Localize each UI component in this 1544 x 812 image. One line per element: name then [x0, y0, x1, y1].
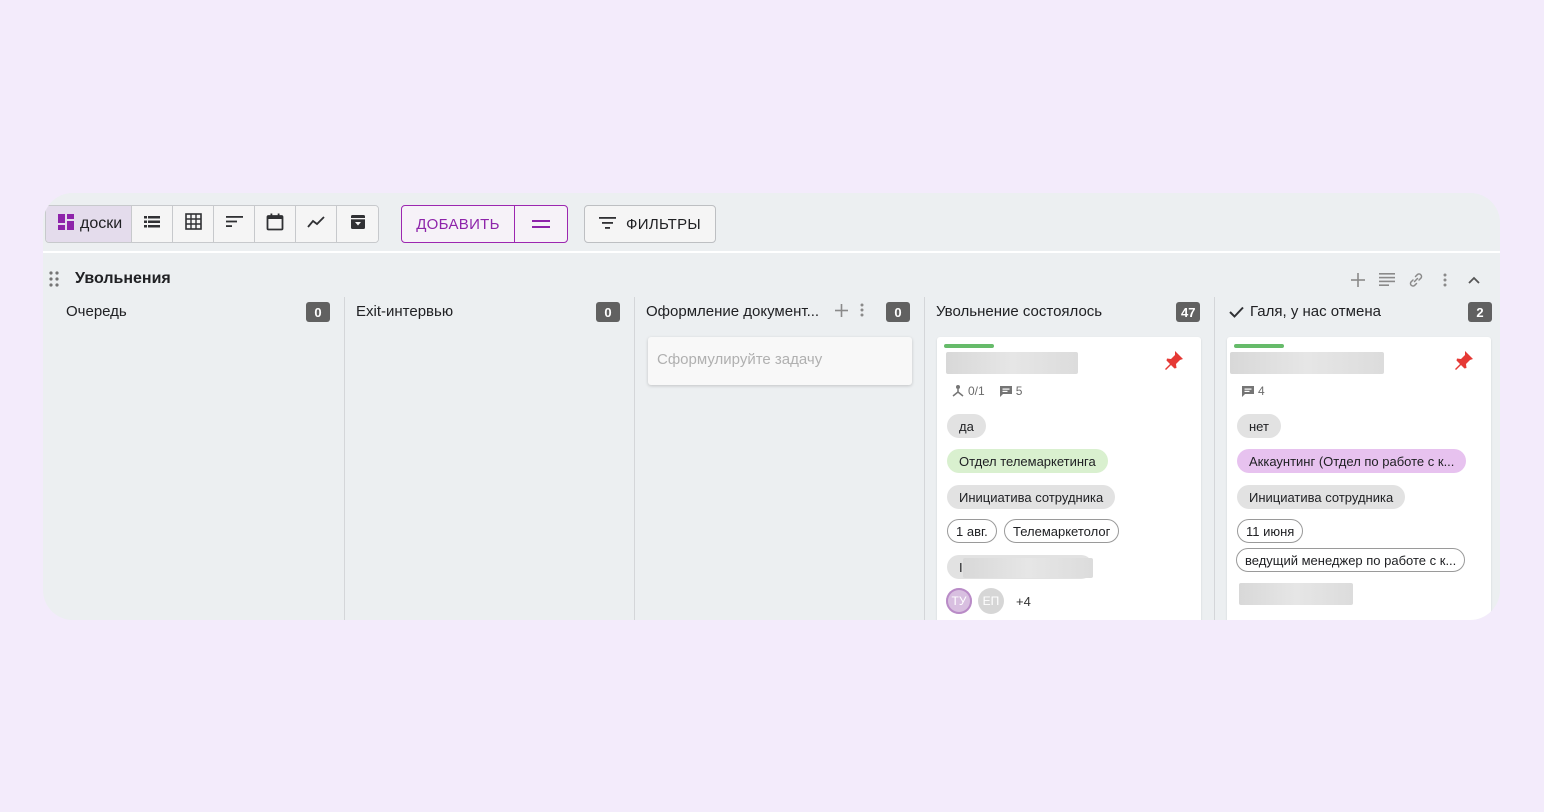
filter-icon	[599, 216, 617, 233]
card-meta: 4	[1241, 384, 1265, 398]
comments-counter: 5	[999, 384, 1023, 398]
column-header: Галя, у нас отмена 2	[1215, 297, 1500, 327]
pin-icon[interactable]	[1163, 349, 1185, 376]
kanban-frame: доски ДОБАВИТЬ ФИЛЬТРЫ Увольнения Очеред…	[43, 193, 1500, 620]
column-title: Оформление документ...	[646, 303, 820, 320]
redacted-field	[963, 558, 1093, 578]
view-boards-label: доски	[80, 215, 123, 232]
column-header: Exit-интервью 0	[345, 297, 634, 327]
column-actions	[835, 303, 864, 322]
progress-bar	[1234, 344, 1284, 348]
chip-department: Отдел телемаркетинга	[947, 449, 1108, 473]
board-header: Увольнения	[43, 265, 1500, 295]
subtasks-value: 0/1	[968, 384, 985, 398]
column-documents: Оформление документ... 0 Сформулируйте з…	[635, 297, 925, 620]
chip-date: 11 июня	[1237, 519, 1304, 543]
chip-position: Телемаркетолог	[1004, 519, 1120, 543]
task-card[interactable]: 4 нет Аккаунтинг (Отдел по работе с к...…	[1227, 337, 1491, 620]
chip-reason: Инициатива сотрудника	[947, 485, 1116, 509]
chip-answer: нет	[1237, 414, 1281, 438]
column-header: Оформление документ... 0	[635, 297, 924, 327]
chip-position: ведущий менеджер по работе с к...	[1236, 548, 1466, 572]
card-meta: 0/1 5	[951, 384, 1022, 398]
column-header: Увольнение состоялось 47	[925, 297, 1214, 327]
redacted-title	[946, 352, 1078, 374]
redacted-field	[1239, 583, 1353, 605]
add-task-icon[interactable]	[835, 303, 848, 322]
chip-department: Аккаунтинг (Отдел по работе с к...	[1237, 449, 1467, 473]
chip-answer: да	[947, 414, 986, 438]
column-dismissed: Увольнение состоялось 47 0/1 5 да Отдел …	[925, 297, 1215, 620]
column-title: Увольнение состоялось	[936, 303, 1103, 320]
column-cancelled: Галя, у нас отмена 2 4 нет Аккаунтинг (О…	[1215, 297, 1500, 620]
board-title: Увольнения	[75, 270, 171, 287]
view-switcher: доски	[45, 205, 380, 243]
column-count-badge: 47	[1176, 302, 1201, 322]
filters-label: ФИЛЬТРЫ	[626, 215, 701, 233]
column-title: Exit-интервью	[356, 303, 454, 320]
view-sort-button[interactable]	[214, 206, 256, 242]
progress-bar	[944, 344, 994, 348]
column-exit-interview: Exit-интервью 0	[345, 297, 635, 620]
comment-icon	[1242, 385, 1254, 397]
assignees: ТУ ЕП +4	[946, 588, 1031, 614]
add-column-icon[interactable]	[1349, 271, 1366, 288]
subtasks-counter: 0/1	[951, 384, 985, 398]
chip-reason: Инициатива сотрудника	[1237, 485, 1406, 509]
description-icon[interactable]	[1378, 271, 1395, 288]
filters-button[interactable]: ФИЛЬТРЫ	[584, 205, 716, 243]
comment-icon	[999, 385, 1012, 397]
chip-date: 1 авг.	[947, 519, 997, 543]
column-count-badge: 0	[886, 302, 910, 322]
link-icon[interactable]	[1407, 271, 1424, 288]
column-title: Очередь	[66, 303, 127, 320]
add-menu-button[interactable]	[515, 206, 567, 242]
column-count-badge: 0	[306, 302, 330, 322]
toolbar: доски ДОБАВИТЬ ФИЛЬТРЫ	[43, 193, 1500, 253]
view-chart-button[interactable]	[296, 206, 338, 242]
comments-value: 5	[1015, 384, 1023, 398]
drag-handle-icon[interactable]	[49, 271, 59, 292]
more-vert-icon[interactable]	[1436, 271, 1453, 288]
view-boards-button[interactable]: доски	[46, 206, 133, 242]
comments-value: 4	[1258, 384, 1265, 398]
column-count-badge: 2	[1468, 302, 1492, 322]
view-archive-button[interactable]	[337, 206, 379, 242]
add-button[interactable]: ДОБАВИТЬ	[402, 206, 515, 242]
avatar[interactable]: ТУ	[946, 588, 972, 614]
new-task-input[interactable]: Сформулируйте задачу	[648, 337, 912, 385]
more-assignees[interactable]: +4	[1016, 594, 1031, 609]
column-more-icon[interactable]	[860, 303, 864, 322]
view-calendar-button[interactable]	[255, 206, 297, 242]
list-icon	[144, 215, 161, 234]
redacted-title	[1230, 352, 1384, 374]
chart-line-icon	[307, 215, 325, 233]
task-card[interactable]: 0/1 5 да Отдел телемаркетинга Инициатива…	[937, 337, 1201, 620]
view-list-button[interactable]	[132, 206, 174, 242]
column-count-badge: 0	[596, 302, 620, 322]
column-title: Галя, у нас отмена	[1250, 303, 1381, 320]
check-icon	[1229, 305, 1244, 323]
board-icon	[58, 213, 74, 235]
sort-icon	[225, 215, 243, 233]
subtasks-icon	[952, 385, 964, 397]
view-table-button[interactable]	[173, 206, 215, 242]
column-header: Очередь 0	[43, 297, 344, 327]
calendar-icon	[266, 213, 284, 236]
avatar[interactable]: ЕП	[978, 588, 1004, 614]
archive-icon	[350, 214, 366, 235]
board-actions	[1349, 271, 1482, 288]
add-button-group: ДОБАВИТЬ	[401, 205, 568, 243]
table-grid-icon	[184, 213, 202, 235]
collapse-icon[interactable]	[1465, 271, 1482, 288]
comments-counter: 4	[1241, 384, 1265, 398]
equals-icon	[532, 215, 550, 233]
column-queue: Очередь 0	[43, 297, 345, 620]
pin-icon[interactable]	[1453, 349, 1475, 376]
